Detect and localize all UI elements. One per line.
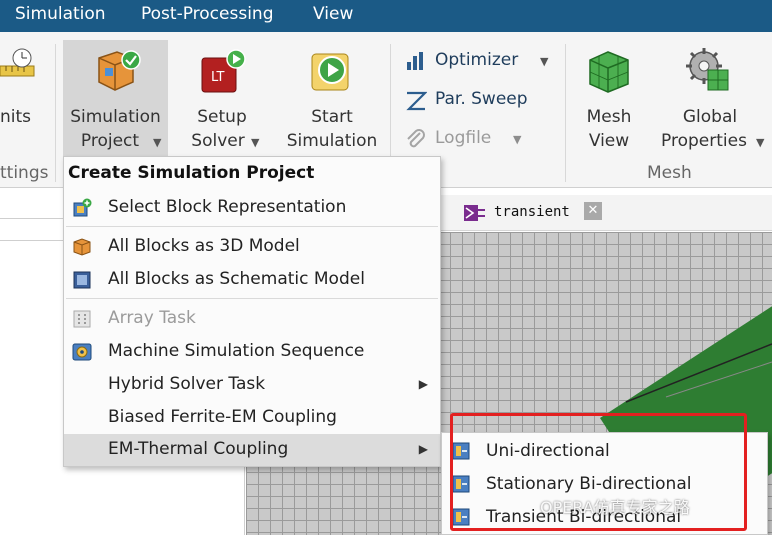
optimizer-button[interactable]: Optimizer ▼ (403, 48, 558, 74)
chevron-down-icon: ▼ (756, 136, 765, 149)
menu-divider (66, 226, 438, 227)
menu-item-label: Biased Ferrite-EM Coupling (108, 407, 337, 427)
units-button[interactable]: nits (0, 44, 40, 144)
chevron-right-icon: ▶ (418, 442, 428, 456)
menu-view[interactable]: View (313, 4, 353, 24)
ruler-clock-icon (0, 48, 35, 77)
gear-icon (686, 48, 729, 91)
bar-chart-icon (407, 52, 423, 70)
menu-item-all-blocks-schematic[interactable]: All Blocks as Schematic Model (64, 264, 440, 296)
chevron-down-icon: ▼ (153, 136, 162, 149)
menu-item-label: Machine Simulation Sequence (108, 341, 365, 361)
menu-item-label: All Blocks as Schematic Model (108, 269, 365, 289)
watermark-text: OPERA仿真专家之路 (540, 498, 690, 517)
start-simulation-label-1: Start (311, 107, 353, 127)
par-sweep-label: Par. Sweep (435, 89, 528, 109)
menu-post-processing[interactable]: Post-Processing (141, 4, 273, 24)
mesh-group-label: Mesh (647, 163, 692, 183)
global-properties-button[interactable]: Global Properties ▼ (652, 44, 770, 156)
tab-transient[interactable]: transient ✕ (463, 199, 603, 227)
menu-item-label: EM-Thermal Coupling (108, 439, 289, 459)
setup-solver-button[interactable]: LT Setup Solver ▼ (182, 44, 264, 156)
menu-simulation[interactable]: Simulation (15, 4, 106, 24)
create-simulation-project-menu: Create Simulation Project Select Block R… (63, 156, 441, 467)
tab-label: transient (494, 204, 570, 220)
menu-item-select-block-representation[interactable]: Select Block Representation (64, 192, 440, 224)
menu-item-label: Select Block Representation (108, 197, 347, 217)
start-simulation-button[interactable]: Start Simulation (280, 44, 384, 156)
simulation-project-label-1: Simulation (70, 107, 161, 127)
sweep-icon (406, 91, 427, 111)
menu-item-machine-simulation-sequence[interactable]: Machine Simulation Sequence (64, 336, 440, 368)
array-grid-icon (73, 310, 91, 328)
ribbon-separator (55, 44, 56, 182)
logfile-button[interactable]: Logfile ▼ (403, 126, 533, 152)
setup-solver-label-2: Solver (191, 131, 245, 151)
paperclip-icon (407, 129, 425, 148)
menu-item-all-blocks-3d[interactable]: All Blocks as 3D Model (64, 231, 440, 263)
simulation-project-button[interactable]: Simulation Project ▼ (63, 40, 168, 156)
simulation-project-label-2: Project (80, 131, 140, 151)
menu-item-label: Array Task (108, 308, 196, 328)
mesh-view-label-2: View (588, 131, 630, 151)
start-simulation-icon (311, 53, 349, 91)
global-properties-label-2: Properties (661, 131, 747, 151)
menu-heading: Create Simulation Project (68, 163, 315, 183)
optimizer-label: Optimizer (435, 50, 519, 70)
machine-sequence-icon (72, 343, 92, 361)
par-sweep-button[interactable]: Par. Sweep (403, 87, 543, 113)
chevron-down-icon: ▼ (513, 133, 522, 146)
ribbon-separator (565, 44, 566, 182)
start-simulation-label-2: Simulation (286, 131, 378, 151)
global-properties-label-1: Global (682, 107, 738, 127)
setup-solver-label-1: Setup (197, 107, 247, 127)
menu-bar: Simulation Post-Processing View (0, 0, 772, 32)
menu-item-array-task[interactable]: Array Task (64, 303, 440, 335)
chevron-down-icon: ▼ (251, 136, 260, 149)
menu-item-hybrid-solver-task[interactable]: Hybrid Solver Task ▶ (64, 369, 440, 401)
mesh-cube-icon (589, 51, 629, 93)
menu-item-em-thermal-coupling[interactable]: EM-Thermal Coupling ▶ (64, 434, 440, 466)
schematic-icon (464, 205, 485, 221)
units-label: nits (0, 107, 32, 127)
settings-group-label: ttings (0, 163, 49, 183)
simulation-project-icon (98, 50, 141, 91)
menu-item-biased-ferrite-em-coupling[interactable]: Biased Ferrite-EM Coupling (64, 402, 440, 434)
menu-item-label: Hybrid Solver Task (108, 374, 266, 394)
chevron-right-icon: ▶ (418, 377, 428, 391)
menu-item-label: All Blocks as 3D Model (108, 236, 300, 256)
cube-3d-icon (73, 238, 91, 256)
logfile-label: Logfile (435, 128, 492, 148)
menu-divider (66, 298, 438, 299)
close-icon[interactable]: ✕ (584, 202, 602, 220)
lt-icon-text: LT (211, 70, 224, 85)
mesh-view-label-1: Mesh (586, 107, 632, 127)
block-add-icon (73, 198, 92, 217)
mesh-view-button[interactable]: Mesh View (574, 44, 644, 156)
schematic-block-icon (73, 271, 91, 289)
chevron-down-icon: ▼ (540, 55, 549, 68)
setup-solver-icon: LT (201, 49, 246, 93)
